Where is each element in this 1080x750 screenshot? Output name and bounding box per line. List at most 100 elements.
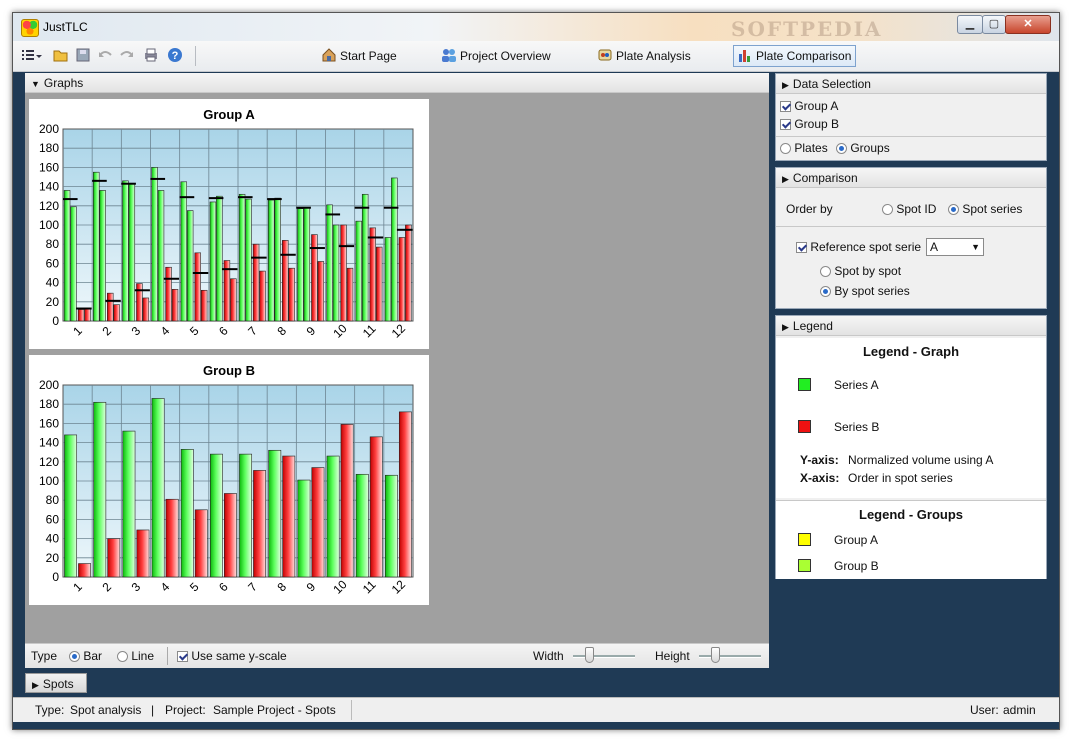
comparison-header[interactable]: ▶ Comparison [776,168,1046,188]
same-y-scale-check[interactable] [177,651,188,662]
save-icon[interactable] [75,47,91,63]
groups-radio[interactable]: Groups [836,141,890,155]
reference-check[interactable] [796,242,807,253]
y-tick-label: 160 [39,416,59,430]
height-slider-track[interactable] [699,655,761,658]
series-a-swatch [798,378,811,391]
x-tick-label: 5 [187,323,202,338]
group-a-check[interactable] [780,101,791,112]
bar-series-a [297,208,304,322]
x-axis-value: Order in spot series [848,471,953,485]
bar-series-a [63,190,71,322]
plates-radio[interactable]: Plates [780,141,828,155]
start-page-button[interactable]: Start Page [317,45,402,67]
bar-series-a [268,199,275,322]
chart-group-a-svg: Group A0204060801001201401601802001 2 3 4 5 6… [39,107,414,341]
graphs-area: ▼ Graphs Group A 0 20 40 60 80 100 120 140 160 180 2… [25,73,769,667]
same-y-scale-label: Use same y-scale [191,649,287,663]
spot-id-radio[interactable]: Spot ID [882,202,936,216]
reference-select[interactable]: A ▼ [926,238,984,256]
y-tick-label: 80 [46,493,60,507]
height-slider-thumb[interactable] [711,647,720,663]
open-folder-icon[interactable] [53,47,69,63]
x-tick-label: 7 [245,323,260,338]
by-spot-series-radio[interactable]: By spot series [820,284,910,298]
bar-series-b [369,227,376,322]
reference-select-value: A [930,240,939,254]
x-tick-label: 11 [360,577,379,596]
maximize-button[interactable]: ▢ [982,15,1006,34]
bar-series-a [99,190,106,322]
width-slider-track[interactable] [573,655,635,658]
group-b-check[interactable] [780,119,791,130]
bar-series-a [268,449,282,578]
legend-header[interactable]: ▶ Legend [776,316,1046,336]
line-radio[interactable]: Line [117,649,154,663]
data-selection-header[interactable]: ▶ Data Selection [776,74,1046,94]
bar-series-b [171,289,179,322]
spots-tab[interactable]: ▶ Spots [25,673,87,693]
x-tick-label: 12 [389,577,409,597]
spot-series-radio[interactable]: Spot series [948,202,1022,216]
plates-label: Plates [794,141,828,155]
groups-radio-button[interactable] [836,143,847,154]
by-spot-series-label: By spot series [834,284,910,298]
spot-by-spot-radio-button[interactable] [820,266,831,277]
minimize-button[interactable]: ▁ [957,15,983,34]
plate-comparison-button[interactable]: Plate Comparison [733,45,857,67]
redo-icon[interactable] [119,47,135,63]
y-axis-value: Normalized volume using A [848,453,994,467]
group-a-checkbox[interactable]: Group A [780,99,838,113]
undo-icon[interactable] [97,47,113,63]
close-button[interactable]: ✕ [1005,15,1051,34]
comparison-title: Comparison [792,171,858,185]
bar-series-b [369,436,383,578]
bar-series-a [151,167,158,322]
group-b-checkbox[interactable]: Group B [780,117,839,131]
bar-series-b [194,252,201,322]
line-radio-button[interactable] [117,651,128,662]
plate-comparison-label: Plate Comparison [756,49,852,63]
bar-series-a [70,206,77,322]
print-icon[interactable] [143,47,159,63]
status-type-value: Spot analysis [70,703,142,717]
reference-checkbox[interactable]: Reference spot serie [796,240,921,254]
start-page-label: Start Page [340,49,397,63]
spot-id-radio-button[interactable] [882,204,893,215]
watermark: SOFTPEDIA [731,17,883,41]
expand-triangle-icon: ▶ [782,174,789,184]
data-selection-panel: ▶ Data Selection Group A Group B Plates G… [775,73,1047,161]
bar-series-b [259,270,266,322]
status-user-value: admin [1003,703,1036,717]
bar-series-b [288,267,295,322]
spot-by-spot-radio[interactable]: Spot by spot [820,264,901,278]
plates-radio-button[interactable] [780,143,791,154]
bar-series-a [239,453,253,578]
bar-series-b [398,237,406,322]
list-menu-icon[interactable] [21,47,42,63]
bar-radio[interactable]: Bar [69,649,102,663]
title-bar: JustTLC SOFTPEDIA ▁ ▢ ✕ [13,13,1059,41]
groups-label: Groups [850,141,890,155]
graphs-panel-header[interactable]: ▼ Graphs [25,73,769,93]
bar-series-b [252,243,260,322]
same-y-scale-checkbox[interactable]: Use same y-scale [177,649,287,663]
bar-series-b [113,304,120,322]
help-icon[interactable]: ? [167,47,183,63]
by-spot-series-radio-button[interactable] [820,286,831,297]
x-tick-label: 2 [99,323,114,338]
bar-series-b [165,266,172,322]
spot-series-radio-button[interactable] [948,204,959,215]
app-logo-icon [21,19,39,37]
bar-radio-button[interactable] [69,651,80,662]
project-overview-button[interactable]: Project Overview [437,45,556,67]
plate-icon [598,48,612,62]
chart-group-a: Group A 0 20 40 60 80 100 120 140 160 180 200 1 2 3 4 5 6… [29,99,429,349]
x-tick-label: 7 [245,579,260,594]
bar-series-b [165,498,179,578]
bar-series-b [136,529,150,578]
plate-analysis-button[interactable]: Plate Analysis [593,45,696,67]
width-slider-thumb[interactable] [585,647,594,663]
series-a-label: Series A [834,378,879,392]
x-tick-label: 6 [216,323,231,338]
